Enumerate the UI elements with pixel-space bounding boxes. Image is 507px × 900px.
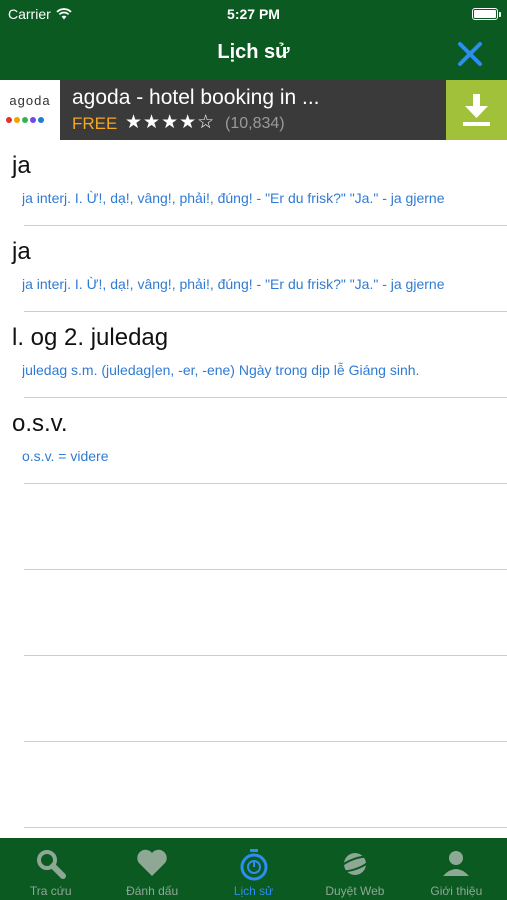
agoda-logo-text: agoda: [9, 93, 51, 108]
heart-icon: [137, 849, 167, 876]
logo-dots: [6, 117, 44, 123]
search-icon: [36, 850, 66, 879]
page-title: Lịch sử: [217, 41, 290, 63]
status-bar: Carrier 5:27 PM: [0, 0, 507, 28]
stopwatch-icon: [240, 849, 268, 881]
status-time: 5:27 PM: [227, 6, 280, 22]
battery-icon: [472, 8, 501, 20]
ad-rating-stars: ★★★★☆: [125, 112, 216, 133]
close-icon[interactable]: [455, 39, 485, 69]
ad-download-button[interactable]: [446, 80, 507, 140]
history-word: ja: [12, 238, 31, 265]
history-item[interactable]: o.s.v. o.s.v. = videre: [0, 398, 507, 484]
tab-label: Duyệt Web: [325, 884, 385, 898]
history-definition: ja interj. I. Ừ!, dạ!, vâng!, phải!, đún…: [22, 190, 445, 206]
ad-banner[interactable]: agoda agoda - hotel booking in ... FREE …: [0, 80, 507, 140]
history-item[interactable]: ja ja interj. I. Ừ!, dạ!, vâng!, phải!, …: [0, 140, 507, 226]
history-word: l. og 2. juledag: [12, 324, 169, 351]
tab-history[interactable]: Lịch sử: [203, 838, 304, 900]
tab-lookup[interactable]: Tra cứu: [0, 838, 101, 900]
tab-browse-web[interactable]: Duyệt Web: [304, 838, 405, 900]
tab-label: Lịch sử: [233, 884, 274, 898]
history-word: o.s.v.: [12, 410, 68, 437]
ad-app-name: agoda - hotel booking in ...: [72, 86, 320, 109]
navigation-bar: Lịch sử: [0, 28, 507, 80]
tab-label: Tra cứu: [29, 884, 72, 898]
tab-label: Đánh dấu: [126, 884, 179, 898]
tab-about[interactable]: Giới thiệu: [406, 838, 507, 900]
empty-row: [0, 484, 507, 570]
ad-rating-count: (10,834): [225, 115, 285, 132]
empty-row: [0, 570, 507, 656]
history-item[interactable]: ja ja interj. I. Ừ!, dạ!, vâng!, phải!, …: [0, 226, 507, 312]
history-definition: juledag s.m. (juledag|en, -er, -ene) Ngà…: [22, 362, 420, 378]
download-icon: [463, 94, 490, 126]
history-word: ja: [12, 152, 31, 179]
empty-row: [0, 656, 507, 742]
empty-row: [0, 742, 507, 828]
history-definition: o.s.v. = videre: [22, 448, 109, 464]
history-list: ja ja interj. I. Ừ!, dạ!, vâng!, phải!, …: [0, 140, 507, 828]
agoda-logo: agoda: [0, 80, 60, 140]
history-definition: ja interj. I. Ừ!, dạ!, vâng!, phải!, đún…: [22, 276, 445, 292]
tab-bookmarks[interactable]: Đánh dấu: [101, 838, 202, 900]
ad-price: FREE: [72, 114, 118, 133]
tab-label: Giới thiệu: [430, 884, 483, 898]
tab-bar: Tra cứu Đánh dấu Lịch sử Duyệt Web Giới …: [0, 838, 507, 900]
person-icon: [443, 851, 470, 876]
history-item[interactable]: l. og 2. juledag juledag s.m. (juledag|e…: [0, 312, 507, 398]
planet-icon: [338, 853, 372, 875]
